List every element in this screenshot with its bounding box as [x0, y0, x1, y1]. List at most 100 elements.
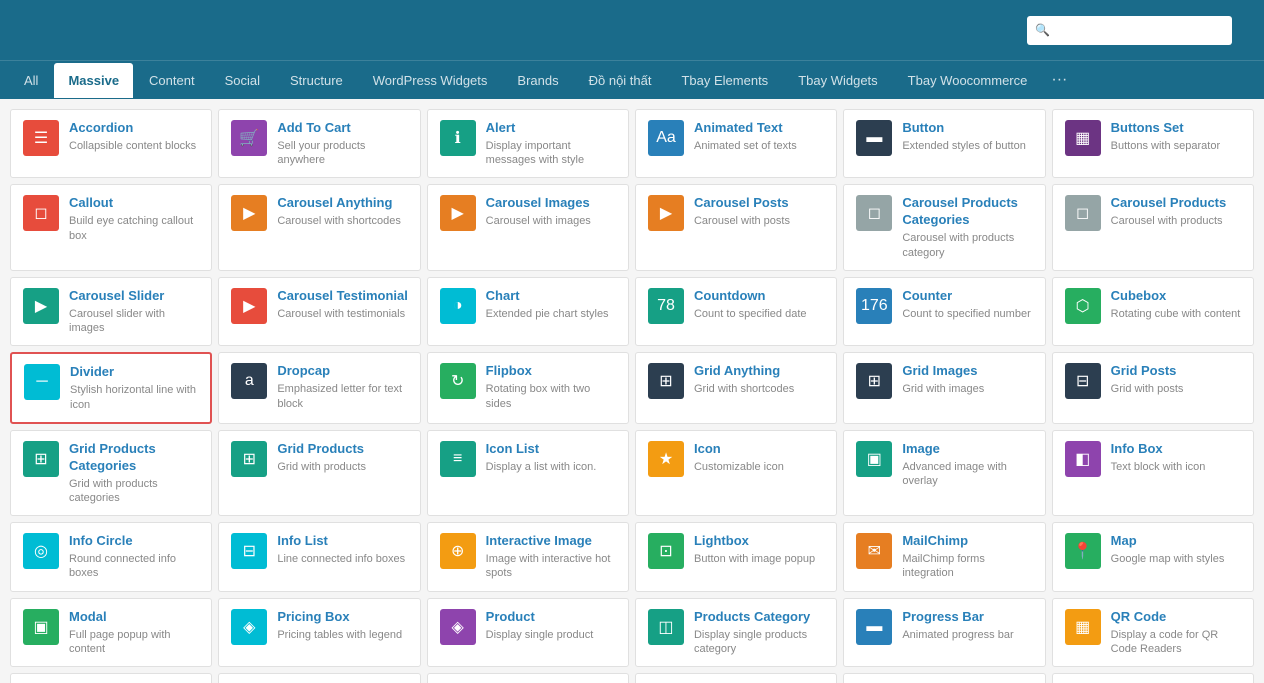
- element-name: Map: [1111, 533, 1243, 550]
- element-card-dropcap[interactable]: aDropcapEmphasized letter for text block: [218, 352, 420, 423]
- search-input[interactable]: [1027, 16, 1232, 45]
- element-card-counter[interactable]: 176CounterCount to specified number: [843, 277, 1045, 346]
- element-card-carousel-slider[interactable]: ▶Carousel SliderCarousel slider with ima…: [10, 277, 212, 346]
- element-card-timeline-basic[interactable]: ⊟Timeline BasicSimple timeline shortcode: [1052, 673, 1254, 683]
- elements-grid-container: ☰ AccordionCollapsible content blocks 🛒Add…: [0, 99, 1264, 683]
- element-card-info-list[interactable]: ⊟Info ListLine connected info boxes: [218, 522, 420, 591]
- element-card-info-box[interactable]: ◧Info BoxText block with icon: [1052, 430, 1254, 516]
- element-card-callout[interactable]: ◻CalloutBuild eye catching callout box: [10, 184, 212, 270]
- element-card-countdown[interactable]: 78CountdownCount to specified date: [635, 277, 837, 346]
- element-card-accordion[interactable]: ☰ AccordionCollapsible content blocks: [10, 109, 212, 178]
- element-card-mailchimp[interactable]: ✉MailChimpMailChimp forms integration: [843, 522, 1045, 591]
- element-card-progress-bar[interactable]: ▬Progress BarAnimated progress bar: [843, 598, 1045, 667]
- element-card-carousel-products-categories[interactable]: ◻Carousel Products CategoriesCarousel wi…: [843, 184, 1045, 270]
- element-name: Carousel Anything: [277, 195, 409, 212]
- element-card-map[interactable]: 📍 Map Google map with styles: [1052, 522, 1254, 591]
- tab-tbay-elements[interactable]: Tbay Elements: [667, 63, 782, 98]
- element-card-buttons-set[interactable]: ▦Buttons SetButtons with separator: [1052, 109, 1254, 178]
- element-card-grid-posts[interactable]: ⊟Grid PostsGrid with posts: [1052, 352, 1254, 423]
- element-card-cubebox[interactable]: ⬡CubeboxRotating cube with content: [1052, 277, 1254, 346]
- element-card-grid-products-categories[interactable]: ⊞Grid Products CategoriesGrid with produ…: [10, 430, 212, 516]
- tab-all[interactable]: All: [10, 63, 52, 98]
- element-name: Cubebox: [1111, 288, 1243, 305]
- tab-tbay-widgets[interactable]: Tbay Widgets: [784, 63, 891, 98]
- element-name: Carousel Products Categories: [902, 195, 1034, 229]
- element-card-add-to-cart[interactable]: 🛒Add To CartSell your products anywhere: [218, 109, 420, 178]
- element-info: LightboxButton with image popup: [694, 533, 826, 566]
- element-card-carousel-products[interactable]: ◻Carousel ProductsCarousel with products: [1052, 184, 1254, 270]
- element-desc: Customizable icon: [694, 460, 826, 474]
- element-name: Carousel Products: [1111, 195, 1243, 212]
- tab-more-button[interactable]: ···: [1043, 61, 1075, 99]
- element-info: AccordionCollapsible content blocks: [69, 120, 201, 153]
- element-card-carousel-testimonial[interactable]: ▶Carousel TestimonialCarousel with testi…: [218, 277, 420, 346]
- element-info: IconCustomizable icon: [694, 441, 826, 474]
- element-desc: Extended pie chart styles: [486, 307, 618, 321]
- element-name: Flipbox: [486, 363, 618, 380]
- element-desc: Animated progress bar: [902, 628, 1034, 642]
- element-icon: ☰: [23, 120, 59, 156]
- tab-social[interactable]: Social: [211, 63, 274, 98]
- element-desc: Extended styles of button: [902, 139, 1034, 153]
- element-desc: Advanced image with overlay: [902, 460, 1034, 489]
- element-card-interactive-image[interactable]: ⊕Interactive ImageImage with interactive…: [427, 522, 629, 591]
- element-desc: Build eye catching callout box: [69, 214, 201, 243]
- element-icon: ⊞: [23, 441, 59, 477]
- element-card-animated-text[interactable]: AaAnimated TextAnimated set of texts: [635, 109, 837, 178]
- element-icon: Aa: [648, 120, 684, 156]
- element-card-carousel-images[interactable]: ▶Carousel ImagesCarousel with images: [427, 184, 629, 270]
- element-name: Pricing Box: [277, 609, 409, 626]
- element-card-product[interactable]: ◈ProductDisplay single product: [427, 598, 629, 667]
- element-card-products-category[interactable]: ◫Products CategoryDisplay single product…: [635, 598, 837, 667]
- element-icon: ⊞: [856, 363, 892, 399]
- tab-wordpress-widgets[interactable]: WordPress Widgets: [359, 63, 502, 98]
- element-icon: ★: [648, 441, 684, 477]
- element-card-alert[interactable]: ℹAlertDisplay important messages with st…: [427, 109, 629, 178]
- tab-structure[interactable]: Structure: [276, 63, 357, 98]
- element-card-carousel-anything[interactable]: ▶Carousel AnythingCarousel with shortcod…: [218, 184, 420, 270]
- element-card-grid-anything[interactable]: ⊞Grid AnythingGrid with shortcodes: [635, 352, 837, 423]
- element-card-flipbox[interactable]: ↻FlipboxRotating box with two sides: [427, 352, 629, 423]
- element-card-modal[interactable]: ▣ModalFull page popup with content: [10, 598, 212, 667]
- element-card-text-block[interactable]: TText BlockDisplay a text with font form…: [843, 673, 1045, 683]
- element-card-quote[interactable]: ❝QuoteQuote text block: [10, 673, 212, 683]
- element-name: Modal: [69, 609, 201, 626]
- element-card-pricing-box[interactable]: ◈Pricing BoxPricing tables with legend: [218, 598, 420, 667]
- tab-brands[interactable]: Brands: [503, 63, 572, 98]
- element-icon: 📍: [1065, 533, 1101, 569]
- element-card-carousel-posts[interactable]: ▶Carousel PostsCarousel with posts: [635, 184, 837, 270]
- element-info: ModalFull page popup with content: [69, 609, 201, 656]
- element-desc: Image with interactive hot spots: [486, 552, 618, 581]
- element-card-divider[interactable]: ─DividerStylish horizontal line with ico…: [10, 352, 212, 423]
- element-info: CountdownCount to specified date: [694, 288, 826, 321]
- element-card-tabs[interactable]: ◫TabsTabbed content blocks: [427, 673, 629, 683]
- element-card-grid-products[interactable]: ⊞Grid ProductsGrid with products: [218, 430, 420, 516]
- element-card-icon-list[interactable]: ≡Icon ListDisplay a list with icon.: [427, 430, 629, 516]
- element-icon: ▶: [231, 288, 267, 324]
- element-desc: Carousel with products: [1111, 214, 1243, 228]
- element-info: Map Google map with styles: [1111, 533, 1243, 566]
- element-card-button[interactable]: ▬ButtonExtended styles of button: [843, 109, 1045, 178]
- element-card-lightbox[interactable]: ⊡LightboxButton with image popup: [635, 522, 837, 591]
- tab-content[interactable]: Content: [135, 63, 209, 98]
- element-desc: Emphasized letter for text block: [277, 382, 409, 411]
- tab-tbay-woocommerce[interactable]: Tbay Woocommerce: [894, 63, 1042, 98]
- element-card-chart[interactable]: ◑ChartExtended pie chart styles: [427, 277, 629, 346]
- element-card-icon[interactable]: ★ IconCustomizable icon: [635, 430, 837, 516]
- element-card-grid-images[interactable]: ⊞Grid ImagesGrid with images: [843, 352, 1045, 423]
- element-info: Carousel PostsCarousel with posts: [694, 195, 826, 228]
- element-card-qr-code[interactable]: ▦QR CodeDisplay a code for QR Code Reade…: [1052, 598, 1254, 667]
- element-card-image[interactable]: ▣ImageAdvanced image with overlay: [843, 430, 1045, 516]
- element-info: Icon ListDisplay a list with icon.: [486, 441, 618, 474]
- tab-do-noi-that[interactable]: Đồ nội thất: [575, 63, 666, 98]
- element-card-single-post[interactable]: ◫Single PostCustomizable post with many …: [218, 673, 420, 683]
- element-icon: a: [231, 363, 267, 399]
- element-name: MailChimp: [902, 533, 1034, 550]
- element-desc: Count to specified date: [694, 307, 826, 321]
- element-icon: ▬: [856, 609, 892, 645]
- element-desc: Line connected info boxes: [277, 552, 409, 566]
- element-desc: Google map with styles: [1111, 552, 1243, 566]
- tab-massive[interactable]: Massive: [54, 63, 133, 98]
- element-card-info-circle[interactable]: ◎Info CircleRound connected info boxes: [10, 522, 212, 591]
- element-card-testimonial[interactable]: ✉TestimonialStylish recommendation box: [635, 673, 837, 683]
